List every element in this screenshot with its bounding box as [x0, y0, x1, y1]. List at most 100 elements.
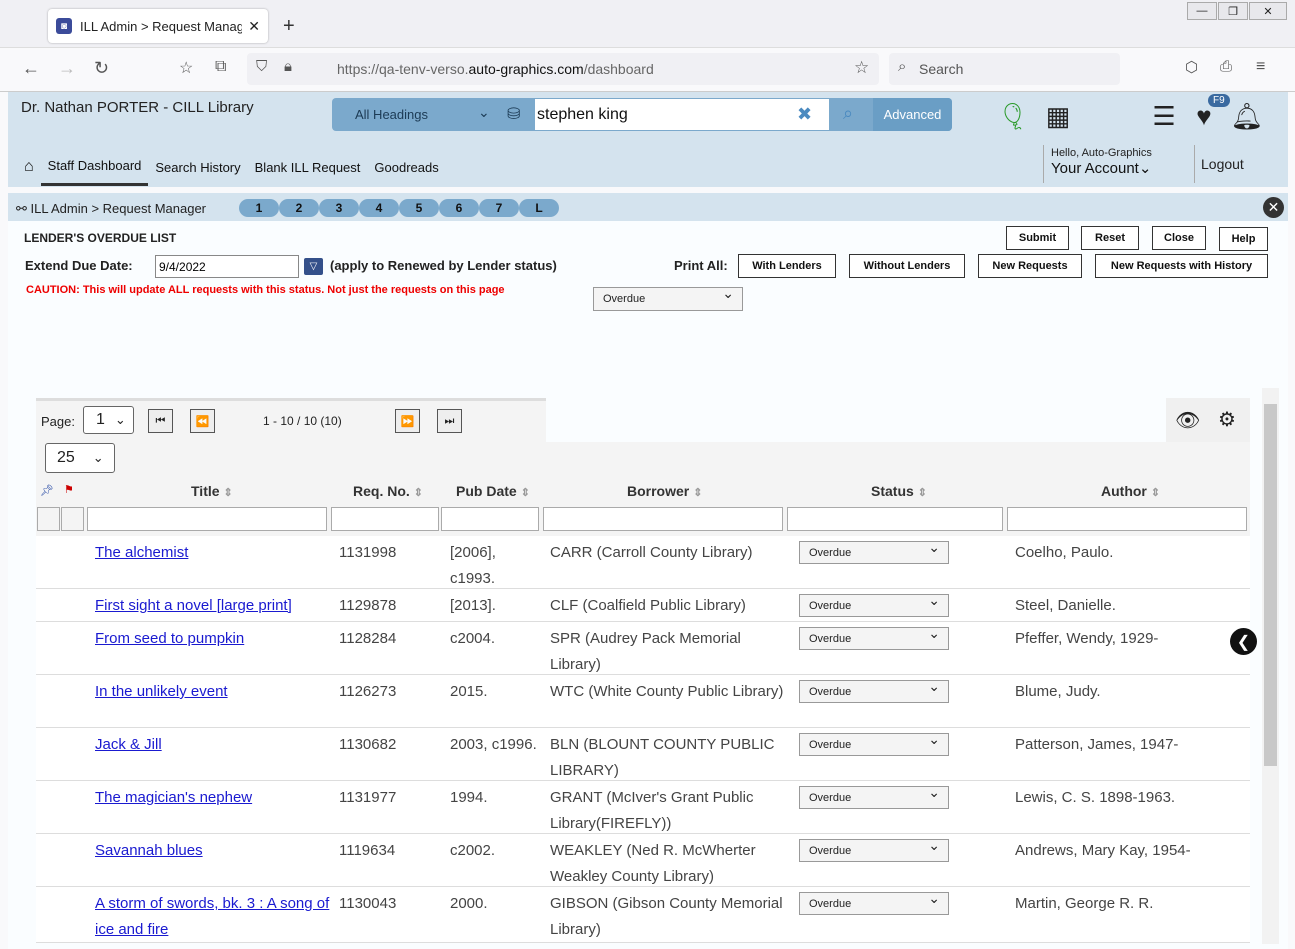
- title-cell-text[interactable]: The magician's nephew: [95, 789, 252, 806]
- close-button[interactable]: Close: [1152, 226, 1206, 250]
- page-size-select[interactable]: 25 ⌄: [45, 443, 115, 473]
- search-button-icon[interactable]: ⌕: [843, 103, 853, 124]
- forward-icon[interactable]: →: [58, 58, 76, 79]
- status-select[interactable]: Overdue: [799, 784, 949, 809]
- page-tab-l[interactable]: L: [519, 199, 559, 217]
- title-cell[interactable]: From seed to pumpkin: [95, 626, 335, 652]
- title-cell[interactable]: Jack & Jill: [95, 732, 335, 758]
- star-icon[interactable]: ☆: [854, 58, 869, 78]
- chevron-down-icon[interactable]: ⌄: [478, 104, 490, 121]
- new-tab-icon[interactable]: +: [283, 15, 295, 38]
- help-button[interactable]: Help: [1219, 227, 1268, 251]
- print-icon[interactable]: ⎙: [1220, 58, 1232, 75]
- sort-icon[interactable]: ⇕: [521, 487, 530, 499]
- page-tab-1[interactable]: 1: [239, 199, 279, 217]
- title-cell-text[interactable]: In the unlikely event: [95, 683, 228, 700]
- sort-icon[interactable]: ⇕: [224, 487, 233, 499]
- column-req-no[interactable]: Req. No. ⇕: [353, 483, 423, 499]
- status-select[interactable]: Overdue: [799, 678, 949, 703]
- scrollbar-thumb[interactable]: [1264, 404, 1277, 766]
- reset-button[interactable]: Reset: [1081, 226, 1139, 250]
- menu-staff-dashboard[interactable]: Staff Dashboard: [40, 148, 149, 186]
- due-date-input[interactable]: [155, 255, 299, 278]
- clear-search-icon[interactable]: ✖: [797, 104, 812, 125]
- shield-icon[interactable]: ⛉: [256, 58, 267, 75]
- status-select[interactable]: Overdue: [799, 539, 949, 564]
- status-select[interactable]: Overdue: [799, 731, 949, 756]
- maximize-icon[interactable]: ❐: [1218, 2, 1248, 20]
- title-cell-text[interactable]: From seed to pumpkin: [95, 630, 244, 647]
- print-with-lenders-button[interactable]: With Lenders: [738, 254, 836, 278]
- status-filter-select[interactable]: Overdue: [593, 285, 743, 311]
- menu-blank-ill-request[interactable]: Blank ILL Request: [248, 148, 368, 186]
- hot-air-balloon-icon[interactable]: 🎈︎: [996, 99, 1030, 133]
- bookmark-page-icon[interactable]: ☆: [179, 58, 193, 78]
- print-new-requests-button[interactable]: New Requests: [978, 254, 1082, 278]
- column-status[interactable]: Status ⇕: [871, 483, 927, 499]
- status-select[interactable]: Overdue: [799, 890, 949, 915]
- submit-button[interactable]: Submit: [1006, 226, 1069, 250]
- next-page-icon[interactable]: ⏩: [395, 409, 420, 433]
- print-without-lenders-button[interactable]: Without Lenders: [849, 254, 965, 278]
- account-menu[interactable]: Hello, Auto-Graphics Your Account⌄: [1043, 145, 1191, 183]
- hamburger-menu-icon[interactable]: ≡: [1256, 58, 1265, 76]
- page-tab-3[interactable]: 3: [319, 199, 359, 217]
- filter-status-input[interactable]: [787, 507, 1003, 531]
- title-cell[interactable]: First sight a novel [large print]: [95, 593, 335, 619]
- last-page-icon[interactable]: ⏭: [437, 409, 462, 433]
- close-tab-icon[interactable]: ✕: [248, 18, 260, 35]
- chevron-left-icon[interactable]: ❮: [1230, 628, 1257, 655]
- filter-title-input[interactable]: [87, 507, 327, 531]
- browser-search-box[interactable]: Search: [889, 53, 1120, 85]
- column-author[interactable]: Author ⇕: [1101, 483, 1160, 499]
- title-cell-text[interactable]: First sight a novel [large print]: [95, 597, 292, 614]
- search-scope-select[interactable]: All Headings: [355, 107, 428, 122]
- pin-icon[interactable]: 📌︎: [40, 484, 54, 497]
- page-tab-6[interactable]: 6: [439, 199, 479, 217]
- title-cell[interactable]: Savannah blues: [95, 838, 335, 864]
- search-input[interactable]: [535, 99, 829, 130]
- page-tab-4[interactable]: 4: [359, 199, 399, 217]
- column-pub-date[interactable]: Pub Date ⇕: [456, 483, 530, 499]
- title-cell-text[interactable]: Savannah blues: [95, 842, 203, 859]
- sort-icon[interactable]: ⇕: [414, 487, 423, 499]
- column-title[interactable]: Title ⇕: [191, 483, 233, 499]
- calendar-icon[interactable]: ▽: [304, 258, 323, 275]
- first-page-icon[interactable]: ⏮: [148, 409, 173, 433]
- logout-link[interactable]: Logout: [1194, 145, 1244, 183]
- page-tab-2[interactable]: 2: [279, 199, 319, 217]
- notification-bell-icon[interactable]: 🔔︎: [1230, 99, 1264, 133]
- catalog-search-icon[interactable]: ▦: [1041, 99, 1075, 133]
- flag-icon[interactable]: ⚑: [64, 483, 74, 496]
- page-select[interactable]: 1 ⌄: [83, 406, 134, 434]
- filter-borrower-input[interactable]: [543, 507, 783, 531]
- minimize-icon[interactable]: —: [1187, 2, 1217, 20]
- browser-tab[interactable]: ◙ ILL Admin > Request Manager | ✕: [48, 9, 268, 43]
- page-tab-5[interactable]: 5: [399, 199, 439, 217]
- filter-req-no-input[interactable]: [331, 507, 439, 531]
- sort-icon[interactable]: ⇕: [693, 487, 702, 499]
- title-cell-text[interactable]: The alchemist: [95, 544, 188, 561]
- filter-pub-date-input[interactable]: [441, 507, 539, 531]
- print-new-requests-history-button[interactable]: New Requests with History: [1095, 254, 1268, 278]
- filter-author-input[interactable]: [1007, 507, 1247, 531]
- database-icon[interactable]: ⛁: [507, 104, 520, 124]
- column-borrower[interactable]: Borrower ⇕: [627, 483, 702, 499]
- title-cell[interactable]: In the unlikely event: [95, 679, 335, 705]
- sort-icon[interactable]: ⇕: [1151, 487, 1160, 499]
- pocket-icon[interactable]: ⬡: [1185, 58, 1198, 76]
- home-icon[interactable]: ⌂: [8, 148, 41, 186]
- status-select[interactable]: Overdue: [799, 592, 949, 617]
- reload-icon[interactable]: ↻: [94, 58, 109, 79]
- title-cell-text[interactable]: A storm of swords, bk. 3 : A song of ice…: [95, 895, 329, 938]
- title-cell-text[interactable]: Jack & Jill: [95, 736, 162, 753]
- title-cell[interactable]: The alchemist: [95, 540, 335, 566]
- prev-page-icon[interactable]: ⏪: [190, 409, 215, 433]
- window-close-icon[interactable]: ✕: [1249, 2, 1287, 20]
- title-cell[interactable]: A storm of swords, bk. 3 : A song of ice…: [95, 891, 335, 943]
- lock-icon[interactable]: 🔒︎: [284, 58, 292, 75]
- sort-icon[interactable]: ⇕: [918, 487, 927, 499]
- address-bar[interactable]: https://qa-tenv-verso. auto-graphics.com /…: [247, 53, 879, 85]
- status-select[interactable]: Overdue: [799, 837, 949, 862]
- title-cell[interactable]: The magician's nephew: [95, 785, 335, 811]
